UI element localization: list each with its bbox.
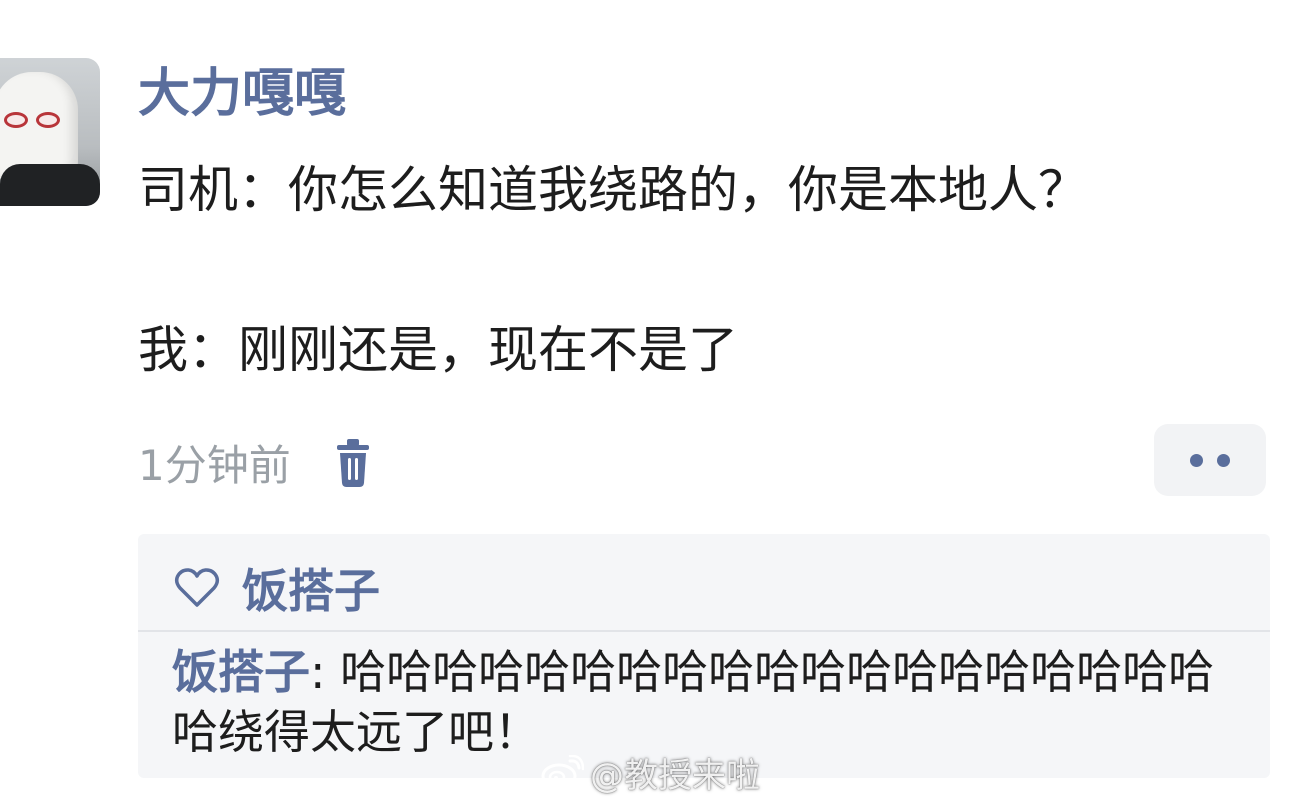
reply-separator: : [310, 645, 341, 699]
heart-outline-icon[interactable] [174, 567, 220, 609]
avatar-eye-right [36, 112, 60, 128]
avatar[interactable] [0, 58, 100, 206]
trash-icon[interactable] [333, 435, 373, 489]
reply-item[interactable]: 饭搭子: 哈哈哈哈哈哈哈哈哈哈哈哈哈哈哈哈哈哈哈哈绕得太远了吧！ [172, 642, 1242, 762]
likes-row: 饭搭子 [174, 550, 380, 626]
divider [138, 630, 1270, 632]
comment-text-line-2: 我：刚刚还是，现在不是了 [138, 321, 738, 379]
weibo-logo-icon [541, 755, 584, 789]
comment-meta: 1分钟前 [138, 430, 373, 494]
comment-text-line-1: 司机：你怎么知道我绕路的，你是本地人？ [138, 161, 1088, 219]
reply-author[interactable]: 饭搭子 [172, 645, 310, 699]
timestamp: 1分钟前 [138, 440, 291, 490]
liker-name[interactable]: 饭搭子 [242, 555, 380, 621]
more-button[interactable] [1154, 424, 1266, 496]
watermark-text: @教授来啦 [590, 755, 760, 796]
watermark: @教授来啦 [540, 752, 760, 796]
avatar-body [0, 164, 100, 206]
reply-panel: 饭搭子 饭搭子: 哈哈哈哈哈哈哈哈哈哈哈哈哈哈哈哈哈哈哈哈绕得太远了吧！ [138, 534, 1270, 778]
username[interactable]: 大力嘎嘎 [138, 58, 346, 130]
avatar-eye-left [4, 112, 28, 128]
more-dots-icon [1217, 453, 1230, 467]
more-dots-icon [1190, 453, 1203, 467]
